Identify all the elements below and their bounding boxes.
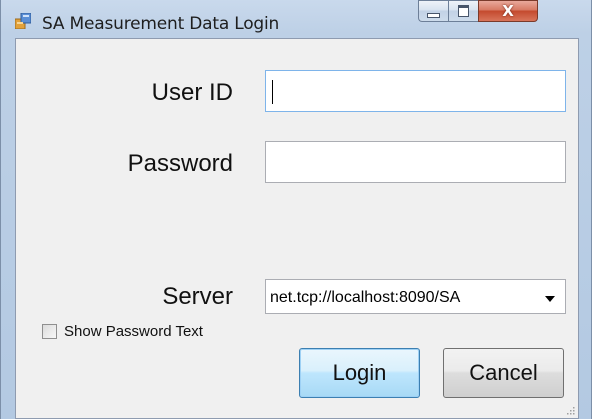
server-label: Server — [162, 283, 233, 310]
title-bar[interactable]: SA Measurement Data Login X — [1, 0, 592, 36]
close-icon: X — [502, 2, 514, 20]
maximize-icon — [458, 5, 469, 17]
user-id-label: User ID — [151, 79, 233, 106]
form-client-area: User ID Password Server net.tcp://localh… — [15, 38, 579, 419]
user-id-input[interactable] — [265, 70, 566, 112]
window-title: SA Measurement Data Login — [42, 14, 280, 34]
resize-grip-icon[interactable] — [565, 405, 575, 415]
password-label: Password — [127, 150, 233, 177]
maximize-button[interactable] — [448, 0, 478, 22]
show-password-label[interactable]: Show Password Text — [64, 323, 203, 340]
text-caret — [272, 80, 273, 104]
minimize-icon — [427, 12, 440, 18]
chevron-down-icon[interactable] — [545, 296, 555, 302]
show-password-checkbox[interactable] — [42, 324, 57, 339]
app-form-icon — [15, 13, 31, 29]
login-window: SA Measurement Data Login X User ID Pass… — [0, 0, 592, 419]
login-button[interactable]: Login — [299, 348, 420, 398]
password-input[interactable] — [265, 141, 566, 183]
server-dropdown[interactable]: net.tcp://localhost:8090/SA — [265, 279, 566, 314]
server-selected-value: net.tcp://localhost:8090/SA — [270, 289, 461, 306]
minimize-button[interactable] — [418, 0, 448, 22]
cancel-button[interactable]: Cancel — [443, 348, 564, 398]
close-button[interactable]: X — [478, 0, 538, 22]
caption-buttons: X — [418, 0, 538, 22]
